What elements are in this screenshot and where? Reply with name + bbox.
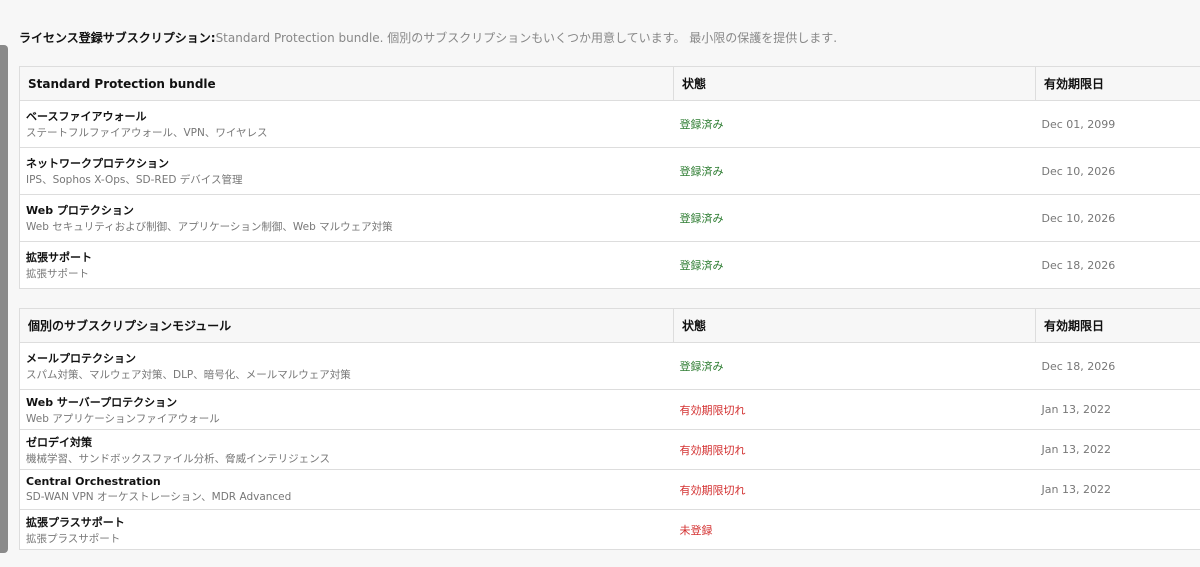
table-row: メールプロテクションスパム対策、マルウェア対策、DLP、暗号化、メールマルウェア… [19,342,1200,390]
status-badge: 登録済み [673,194,1036,242]
expiry-date [1035,509,1200,550]
modules-table: 個別のサブスクリプションモジュール 状態 有効期限日 メールプロテクションスパム… [19,308,1200,550]
summary-label: ライセンス登録サブスクリプション: [19,31,216,45]
subscription-name: Web プロテクション [26,204,134,217]
expiry-date: Jan 13, 2022 [1035,469,1200,510]
col-status: 状態 [673,308,1036,343]
subscription-desc: IPS、Sophos X-Ops、SD-RED デバイス管理 [26,174,243,186]
license-summary: ライセンス登録サブスクリプション:Standard Protection bun… [19,29,837,46]
table-row: 拡張サポート 拡張サポート 登録済み Dec 18, 2026 [19,241,1200,289]
subscription-cell: 拡張サポート 拡張サポート [19,241,674,289]
status-badge: 登録済み [673,147,1036,195]
subscription-name: Central Orchestration [26,475,161,488]
expiry-date: Dec 10, 2026 [1035,194,1200,242]
subscription-cell: ネットワークプロテクション IPS、Sophos X-Ops、SD-RED デバイ… [19,147,674,195]
expiry-date: Dec 18, 2026 [1035,241,1200,289]
subscription-desc: SD-WAN VPN オーケストレーション、MDR Advanced [26,491,292,503]
subscription-cell: ゼロデイ対策機械学習、サンドボックスファイル分析、脅威インテリジェンス [19,429,674,470]
status-badge: 登録済み [673,342,1036,390]
subscription-name: ネットワークプロテクション [26,157,169,170]
table-row: ゼロデイ対策 機械学習、サンドボックスファイル分析、脅威インテリジェンス 有効期限切… [19,429,1200,470]
status-badge: 有効期限切れ [673,429,1036,470]
subscription-name: Web サーバープロテクション [26,395,178,409]
subscription-cell: ベースファイアウォールステートフルファイアウォール、VPN、ワイヤレス [19,100,674,148]
table-row: ネットワークプロテクション IPS、Sophos X-Ops、SD-RED デバイ… [19,147,1200,195]
status-badge: 有効期限切れ [673,469,1036,510]
status-badge: 登録済み [673,241,1036,289]
subscription-desc: 機械学習、サンドボックスファイル分析、脅威インテリジェンス [26,452,330,465]
subscription-name: 拡張プラスサポート [26,515,125,529]
table-row: Central Orchestration SD-WAN VPN オーケストレーシ… [19,469,1200,510]
status-badge: 有効期限切れ [673,389,1036,430]
status-badge: 未登録 [673,509,1036,550]
subscription-cell: Central Orchestration SD-WAN VPN オーケストレーシ… [19,469,674,510]
subscription-desc: 拡張サポート [26,268,89,280]
summary-text: Standard Protection bundle. 個別のサブスクリプション… [215,31,838,45]
col-expiry: 有効期限日 [1035,308,1200,343]
expiry-date: Dec 18, 2026 [1035,342,1200,390]
subscription-cell: 拡張プラスサポート 拡張プラスサポート [19,509,674,550]
col-expiry: 有効期限日 [1035,66,1200,101]
subscription-desc: Web セキュリティおよび制御、アプリケーション制御、Web マルウェア対策 [26,221,393,233]
table-header: Standard Protection bundle 状態 有効期限日 [19,66,1200,101]
subscription-desc: 拡張プラスサポート [26,532,121,545]
subscription-name: 拡張サポート [26,251,92,264]
col-name: Standard Protection bundle [19,66,674,101]
expiry-date: Dec 01, 2099 [1035,100,1200,148]
expiry-date: Jan 13, 2022 [1035,429,1200,470]
status-badge: 登録済み [673,100,1036,148]
subscription-name: ベースファイアウォール [26,110,147,123]
col-status: 状態 [673,66,1036,101]
subscription-name: メールプロテクション [26,352,136,365]
subscription-cell: メールプロテクションスパム対策、マルウェア対策、DLP、暗号化、メールマルウェア… [19,342,674,390]
scrollbar[interactable] [0,45,8,553]
table-row: Web プロテクション Web セキュリティおよび制御、アプリケーション制御、We… [19,194,1200,242]
subscription-desc: ステートフルファイアウォール、VPN、ワイヤレス [26,127,268,139]
expiry-date: Dec 10, 2026 [1035,147,1200,195]
subscription-cell: Web プロテクション Web セキュリティおよび制御、アプリケーション制御、We… [19,194,674,242]
col-name: 個別のサブスクリプションモジュール [19,308,674,343]
table-row: ベースファイアウォール ステートフルファイアウォール、VPN、ワイヤレス 登録済み D… [19,100,1200,148]
subscription-desc: Web アプリケーションファイアウォール [26,412,220,425]
bundle-table: Standard Protection bundle 状態 有効期限日 ベースフ… [19,66,1200,289]
table-row: Web サーバープロテクション Web アプリケーションファイアウォール 有効期限切… [19,389,1200,430]
subscription-desc: スパム対策、マルウェア対策、DLP、暗号化、メールマルウェア対策 [26,369,351,381]
table-row: 拡張プラスサポート 拡張プラスサポート 未登録 [19,509,1200,550]
subscription-name: ゼロデイ対策 [26,435,92,449]
expiry-date: Jan 13, 2022 [1035,389,1200,430]
table-header: 個別のサブスクリプションモジュール 状態 有効期限日 [19,308,1200,343]
subscription-cell: Web サーバープロテクション Web アプリケーションファイアウォール [19,389,674,430]
